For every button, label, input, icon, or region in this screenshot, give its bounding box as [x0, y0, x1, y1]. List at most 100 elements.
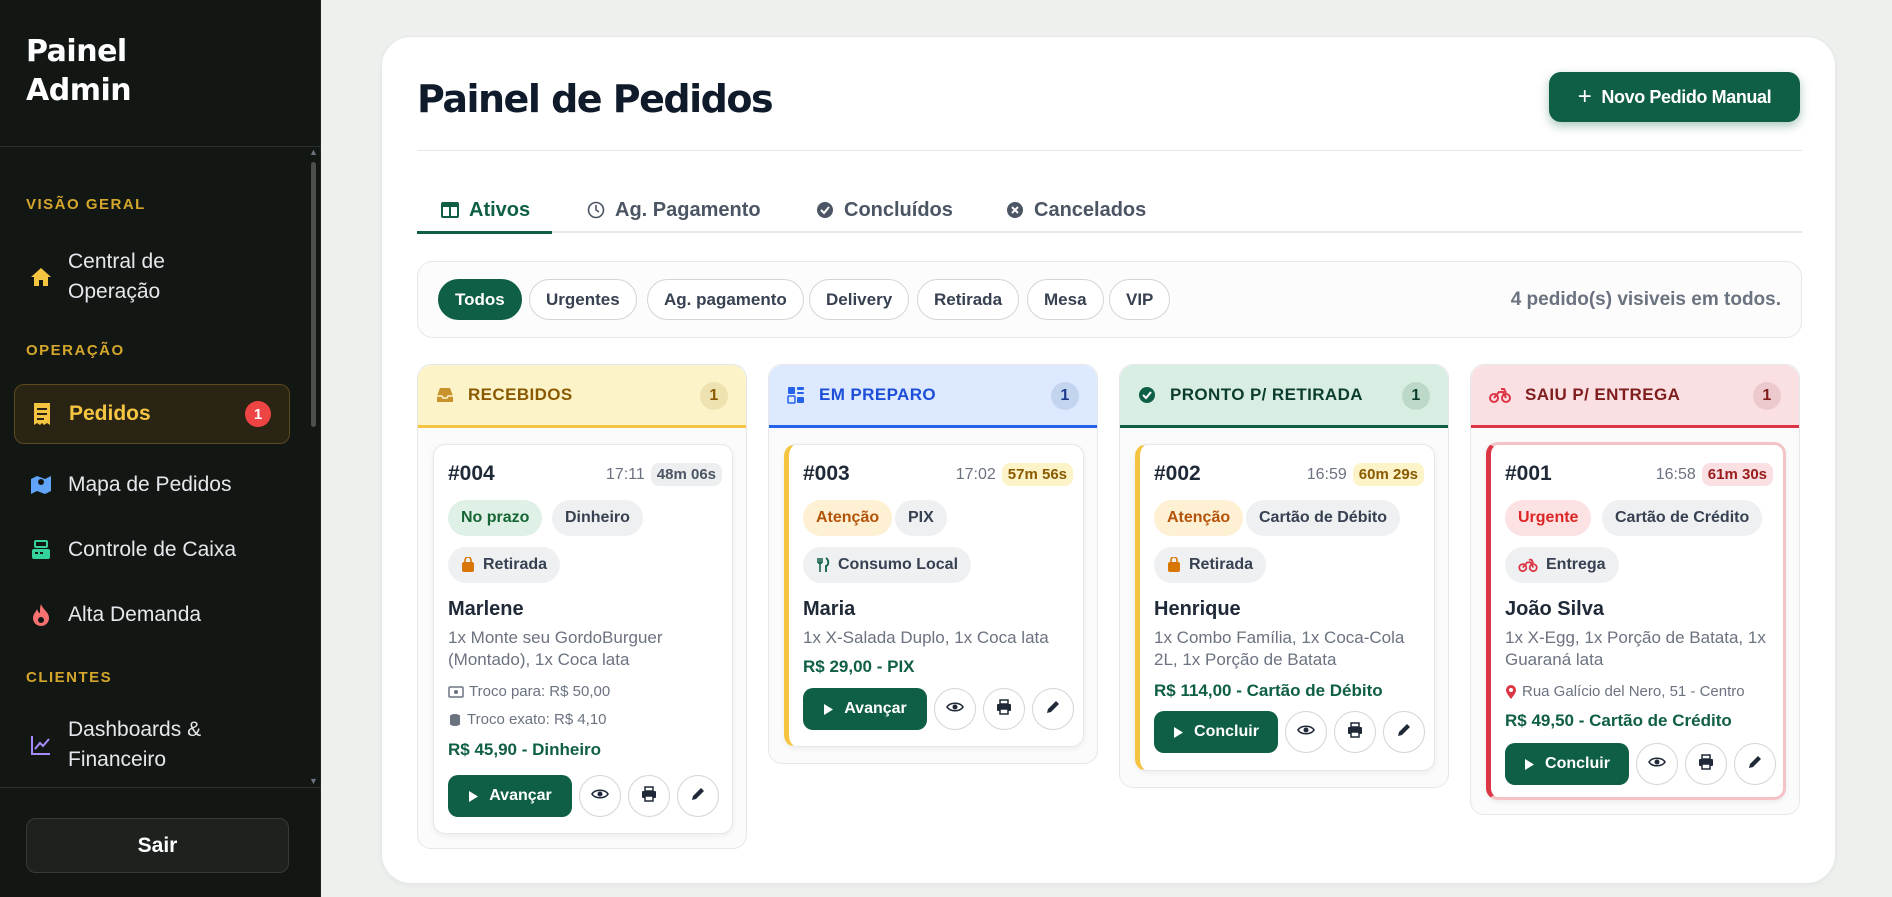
customer-name: Maria	[803, 598, 856, 620]
status-tag: Urgente	[1505, 500, 1592, 536]
tab-concluidos[interactable]: Concluídos	[816, 187, 953, 233]
order-card[interactable]: #003 17:02 57m 56s Atenção PIX Consumo L…	[784, 444, 1084, 747]
tab-ag-pagamento[interactable]: Ag. Pagamento	[587, 187, 761, 233]
printer-icon	[1347, 721, 1363, 743]
sidebar-scrollbar[interactable]	[311, 162, 316, 427]
filter-chip-urgentes[interactable]: Urgentes	[529, 279, 637, 320]
motorcycle-icon	[1489, 387, 1511, 403]
delivery-mode-tag: Entrega	[1505, 547, 1619, 583]
printer-icon	[641, 785, 657, 807]
filter-chip-todos[interactable]: Todos	[438, 279, 522, 320]
map-pin-icon	[1505, 684, 1517, 700]
sidebar-item-label: Central de Operação	[68, 250, 165, 303]
eye-icon	[946, 700, 964, 718]
meta-text: Troco exato: R$ 4,10	[467, 711, 607, 728]
order-created-time: 17:11	[605, 465, 645, 483]
order-total: R$ 45,90 - Dinheiro	[448, 740, 602, 759]
column-pronto-retirada: PRONTO P/ RETIRADA 1 #002 16:59 60m 29s …	[1119, 364, 1449, 788]
sidebar-item-pedidos[interactable]: Pedidos 1	[14, 384, 290, 444]
complete-button[interactable]: Concluir	[1505, 743, 1629, 785]
logout-button[interactable]: Sair	[26, 818, 289, 873]
tab-label: Concluídos	[844, 198, 953, 221]
sidebar-item-label: Mapa de Pedidos	[68, 473, 232, 496]
sidebar: Painel Admin VISÃO GERAL Central de Oper…	[0, 0, 321, 897]
sidebar-item-label: Alta Demanda	[68, 603, 202, 626]
view-button[interactable]	[1636, 743, 1678, 785]
tag-label: Entrega	[1546, 556, 1606, 573]
order-created-time: 16:58	[1655, 465, 1696, 483]
order-card[interactable]: #001 16:58 61m 30s Urgente Cartão de Cré…	[1486, 442, 1786, 800]
home-icon	[28, 264, 54, 290]
order-total: R$ 29,00 - PIX	[803, 657, 915, 676]
scroll-down-arrow[interactable]: ▼	[309, 776, 318, 786]
play-icon	[823, 703, 834, 716]
button-label: Concluir	[1545, 755, 1610, 772]
elapsed-timer: 57m 56s	[1001, 463, 1073, 486]
card-actions: Avançar	[448, 775, 719, 817]
delivery-mode-tag: Retirada	[448, 547, 561, 583]
column-em-preparo: EM PREPARO 1 #003 17:02 57m 56s Atenção …	[768, 364, 1098, 764]
cash-register-icon	[28, 537, 54, 563]
order-card[interactable]: #002 16:59 60m 29s Atenção Cartão de Déb…	[1135, 444, 1435, 771]
order-time: 17:02 57m 56s	[956, 463, 1073, 486]
button-label: Novo Pedido Manual	[1601, 86, 1772, 107]
order-items: 1x Combo Família, 1x Coca-Cola 2L, 1x Po…	[1154, 628, 1405, 669]
pencil-icon	[1397, 722, 1412, 742]
card-actions: Avançar	[803, 688, 1074, 730]
order-id: #003	[803, 462, 850, 485]
sidebar-item-mapa[interactable]: Mapa de Pedidos	[14, 460, 290, 510]
customer-name: João Silva	[1505, 598, 1604, 620]
scroll-up-arrow[interactable]: ▲	[309, 147, 318, 157]
play-icon	[1173, 726, 1184, 739]
advance-button[interactable]: Avançar	[803, 688, 927, 730]
new-manual-order-button[interactable]: + Novo Pedido Manual	[1549, 72, 1800, 122]
payment-tag: Cartão de Débito	[1246, 500, 1401, 536]
tab-cancelados[interactable]: Cancelados	[1006, 187, 1146, 233]
notification-badge: 1	[245, 401, 271, 427]
exact-change-info: Troco exato: R$ 4,10	[448, 711, 607, 728]
filter-chip-ag-pagamento[interactable]: Ag. pagamento	[647, 279, 804, 320]
view-button[interactable]	[1285, 711, 1327, 753]
column-header: SAIU P/ ENTREGA 1	[1471, 365, 1799, 428]
filter-chip-delivery[interactable]: Delivery	[809, 279, 910, 320]
filter-chip-vip[interactable]: VIP	[1109, 279, 1171, 320]
button-label: Concluir	[1194, 723, 1259, 740]
order-id: #001	[1505, 462, 1552, 485]
edit-button[interactable]	[1032, 688, 1074, 730]
section-title-clientes: CLIENTES	[26, 669, 113, 686]
play-icon	[1524, 758, 1535, 771]
print-button[interactable]	[1334, 711, 1376, 753]
column-header: EM PREPARO 1	[769, 365, 1097, 428]
complete-button[interactable]: Concluir	[1154, 711, 1278, 753]
view-button[interactable]	[934, 688, 976, 730]
edit-button[interactable]	[1383, 711, 1425, 753]
edit-button[interactable]	[1734, 743, 1776, 785]
elapsed-timer: 60m 29s	[1352, 463, 1424, 486]
print-button[interactable]	[983, 688, 1025, 730]
edit-button[interactable]	[677, 775, 719, 817]
active-tab-indicator	[417, 231, 552, 234]
order-card[interactable]: #004 17:11 48m 06s No prazo Dinheiro Ret…	[433, 444, 733, 834]
check-badge-icon	[1138, 386, 1156, 404]
view-button[interactable]	[579, 775, 621, 817]
map-icon	[28, 472, 54, 498]
tab-label: Cancelados	[1034, 198, 1147, 221]
advance-button[interactable]: Avançar	[448, 775, 572, 817]
print-button[interactable]	[628, 775, 670, 817]
tab-ativos[interactable]: Ativos	[441, 187, 530, 233]
sidebar-item-dashboards[interactable]: Dashboards & Financeiro	[14, 713, 290, 777]
tab-label: Ativos	[469, 198, 531, 221]
card-actions: Concluir	[1505, 743, 1776, 785]
filter-chip-retirada[interactable]: Retirada	[917, 279, 1020, 320]
sidebar-item-caixa[interactable]: Controle de Caixa	[14, 525, 290, 575]
pencil-icon	[691, 786, 706, 806]
order-items: 1x X-Salada Duplo, 1x Coca lata	[803, 628, 1049, 647]
print-button[interactable]	[1685, 743, 1727, 785]
sidebar-item-alta-demanda[interactable]: Alta Demanda	[14, 590, 290, 640]
tag-label: Retirada	[1189, 556, 1254, 573]
sidebar-item-central[interactable]: Central de Operação	[14, 245, 290, 309]
filter-chip-mesa[interactable]: Mesa	[1027, 279, 1104, 320]
filter-bar: Todos Urgentes Ag. pagamento Delivery Re…	[417, 261, 1802, 338]
column-count-badge: 1	[1402, 382, 1430, 410]
column-saiu-entrega: SAIU P/ ENTREGA 1 #001 16:58 61m 30s Urg…	[1470, 364, 1800, 815]
